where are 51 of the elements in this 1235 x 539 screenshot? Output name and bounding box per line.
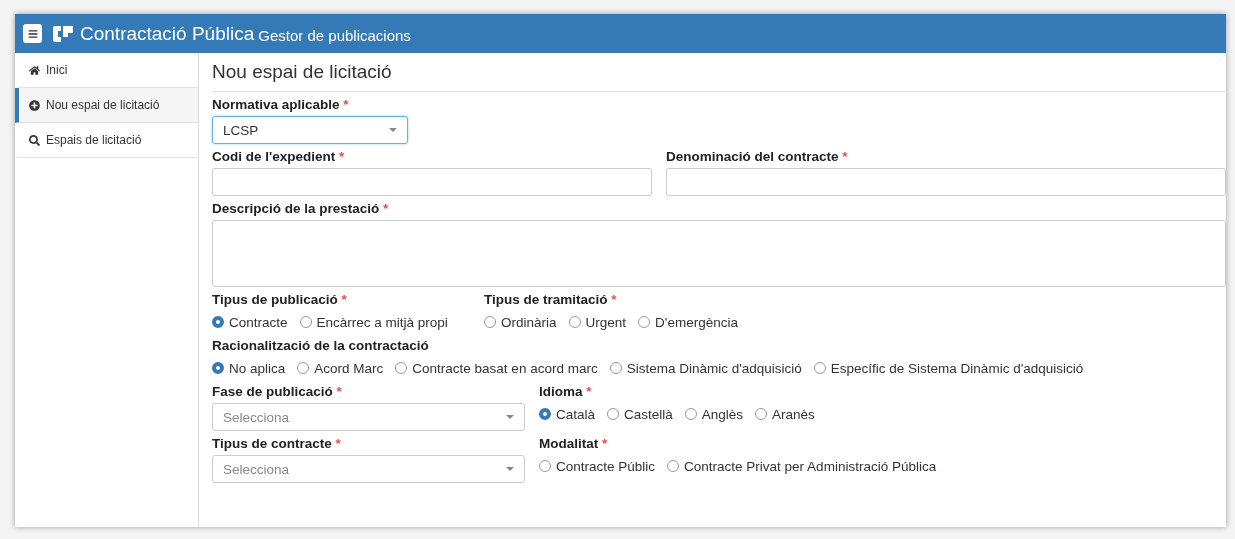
field-label: Codi de l'expedient * bbox=[212, 149, 346, 164]
field-label: Fase de publicació * bbox=[212, 384, 343, 399]
select-field[interactable]: Selecciona bbox=[212, 455, 525, 483]
field-label: Tipus de publicació * bbox=[212, 292, 348, 307]
radio-label: Urgent bbox=[585, 314, 627, 330]
search-icon bbox=[29, 134, 40, 146]
field-label: Idioma * bbox=[539, 384, 593, 399]
home-icon bbox=[29, 64, 40, 76]
text-area[interactable] bbox=[212, 220, 1226, 287]
field-label: Modalitat * bbox=[539, 436, 609, 451]
radio-label: Contracte bbox=[229, 314, 288, 330]
field-label: Descripció de la prestació * bbox=[212, 201, 390, 216]
input-field[interactable] bbox=[666, 168, 1226, 196]
field-label: Denominació del contracte * bbox=[666, 149, 849, 164]
page-title: Nou espai de licitació bbox=[212, 53, 1226, 92]
select-field[interactable]: Selecciona bbox=[212, 403, 525, 431]
sidebar-item[interactable]: Espais de licitació bbox=[15, 123, 198, 158]
radio-label: Català bbox=[556, 406, 596, 422]
radio-label: Acord Marc bbox=[314, 360, 384, 376]
radio-label: Aranès bbox=[772, 406, 815, 422]
radio-label: Anglès bbox=[701, 406, 744, 422]
radio-option[interactable]: Català bbox=[539, 406, 596, 422]
menu-button[interactable] bbox=[23, 24, 42, 43]
radio-label: Ordinària bbox=[501, 314, 557, 330]
caret-icon bbox=[506, 467, 514, 471]
field-label: Normativa aplicable * bbox=[212, 97, 350, 112]
select-field[interactable]: LCSP bbox=[212, 116, 408, 144]
radio-label: Castellà bbox=[624, 406, 673, 422]
radio-option[interactable]: Ordinària bbox=[484, 314, 557, 330]
field-label: Tipus de contracte * bbox=[212, 436, 342, 451]
logo-icon bbox=[52, 24, 74, 43]
radio-option[interactable]: Aranès bbox=[755, 406, 815, 422]
radio-option[interactable]: Contracte bbox=[212, 314, 288, 330]
app-title: Contractació Pública bbox=[80, 22, 255, 45]
field-label: Tipus de tramitació * bbox=[484, 292, 618, 307]
radio-label: No aplica bbox=[229, 360, 286, 376]
radio-option[interactable]: Acord Marc bbox=[297, 360, 384, 376]
radio-option[interactable]: D'emergència bbox=[638, 314, 738, 330]
caret-icon bbox=[389, 128, 397, 132]
radio-option[interactable]: Urgent bbox=[568, 314, 627, 330]
input-field[interactable] bbox=[212, 168, 652, 196]
sidebar-item[interactable]: Inici bbox=[15, 53, 198, 88]
radio-option[interactable]: Anglès bbox=[684, 406, 744, 422]
caret-icon bbox=[506, 415, 514, 419]
sidebar-item[interactable]: Nou espai de licitació bbox=[15, 88, 198, 123]
menu-icon bbox=[27, 28, 38, 39]
radio-option[interactable]: Castellà bbox=[607, 406, 673, 422]
radio-option[interactable]: No aplica bbox=[212, 360, 286, 376]
radio-label: D'emergència bbox=[655, 314, 738, 330]
app-subtitle: Gestor de publicacions bbox=[258, 25, 411, 44]
field-label: Racionalització de la contractació bbox=[212, 338, 430, 353]
